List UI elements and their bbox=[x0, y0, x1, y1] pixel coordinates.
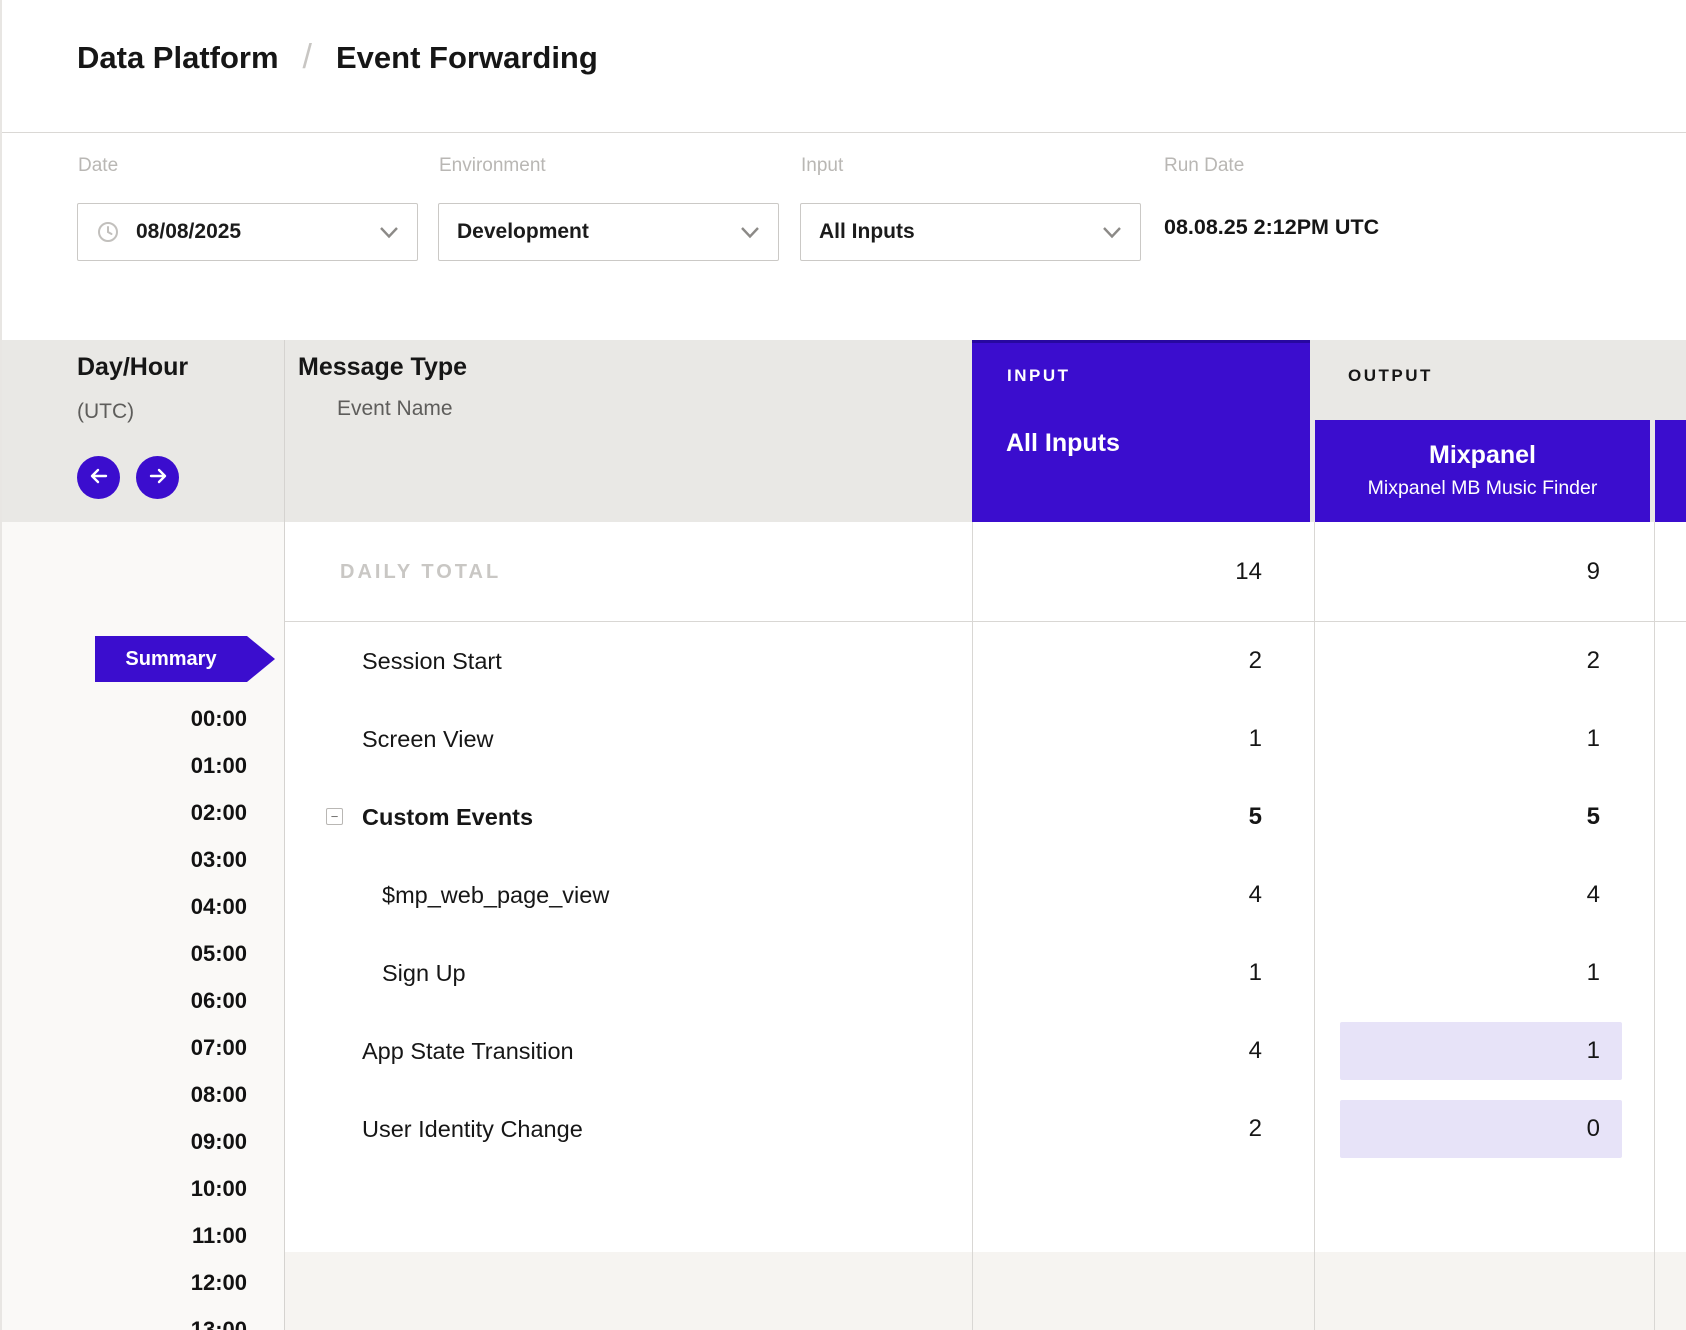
table-footer-band bbox=[285, 1252, 1686, 1330]
output-column-name: Mixpanel bbox=[1315, 441, 1650, 470]
hour-label: 01:00 bbox=[191, 753, 247, 779]
highlighted-cell-background bbox=[1340, 1022, 1622, 1080]
hour-label: 09:00 bbox=[191, 1129, 247, 1155]
filter-bar: Date 08/08/2025 Environment Development bbox=[0, 133, 1686, 340]
output-value-cell: 1 bbox=[1314, 1012, 1654, 1090]
date-filter-label: Date bbox=[78, 155, 118, 177]
input-value-cell: 4 bbox=[285, 856, 1314, 934]
table-row: Sign Up11 bbox=[285, 934, 1686, 1012]
output-value-cell: 1 bbox=[1314, 700, 1654, 778]
hour-label: 03:00 bbox=[191, 847, 247, 873]
output-value-cell: 1 bbox=[1314, 934, 1654, 1012]
output-value-cell: 2 bbox=[1314, 622, 1654, 700]
output-value-cell: 5 bbox=[1314, 778, 1654, 856]
arrow-left-icon bbox=[87, 464, 111, 491]
input-value-cell: 1 bbox=[285, 700, 1314, 778]
event-rows: Session Start22Screen View11−Custom Even… bbox=[285, 622, 1686, 1168]
hour-label: 07:00 bbox=[191, 1035, 247, 1061]
table-row: User Identity Change20 bbox=[285, 1090, 1686, 1168]
date-filter-select[interactable]: 08/08/2025 bbox=[77, 203, 418, 261]
output-column-header-mixpanel[interactable]: Mixpanel Mixpanel MB Music Finder bbox=[1315, 420, 1650, 522]
input-column-header[interactable]: INPUT All Inputs bbox=[972, 336, 1310, 522]
arrow-right-icon bbox=[146, 464, 170, 491]
date-filter-value: 08/08/2025 bbox=[136, 220, 241, 244]
day-hour-rail: Summary 00:00 01:00 02:00 03:00 04:00 05:00 06… bbox=[0, 522, 284, 1330]
output-value-cell: 0 bbox=[1314, 1090, 1654, 1168]
breadcrumb: Data Platform / Event Forwarding bbox=[77, 38, 598, 77]
table-row: Session Start22 bbox=[285, 622, 1686, 700]
output-column-subtitle: Mixpanel MB Music Finder bbox=[1315, 477, 1650, 500]
breadcrumb-section-link[interactable]: Data Platform bbox=[77, 40, 279, 76]
table-row: $mp_web_page_view44 bbox=[285, 856, 1686, 934]
run-date-value: 08.08.25 2:12PM UTC bbox=[1164, 215, 1379, 240]
table-row: App State Transition41 bbox=[285, 1012, 1686, 1090]
environment-filter-label: Environment bbox=[439, 155, 546, 177]
column-divider bbox=[1654, 522, 1655, 1330]
summary-tab[interactable]: Summary bbox=[95, 636, 247, 682]
rail-divider bbox=[284, 340, 285, 1330]
input-column-name: All Inputs bbox=[1006, 429, 1120, 458]
column-divider bbox=[972, 522, 973, 1330]
hour-label: 06:00 bbox=[191, 988, 247, 1014]
highlighted-cell-background bbox=[1340, 1100, 1622, 1158]
chevron-down-icon bbox=[1102, 226, 1122, 239]
day-navigation bbox=[77, 456, 179, 499]
hour-label: 11:00 bbox=[192, 1223, 247, 1249]
input-value-cell: 2 bbox=[285, 622, 1314, 700]
hour-label: 04:00 bbox=[191, 894, 247, 920]
input-filter-select[interactable]: All Inputs bbox=[800, 203, 1141, 261]
message-type-column-title: Message Type bbox=[298, 353, 467, 382]
hour-label: 02:00 bbox=[191, 800, 247, 826]
hour-label: 13:00 bbox=[191, 1317, 247, 1330]
next-day-button[interactable] bbox=[136, 456, 179, 499]
input-filter-label: Input bbox=[801, 155, 843, 177]
input-value-cell: 5 bbox=[285, 778, 1314, 856]
table-row: −Custom Events55 bbox=[285, 778, 1686, 856]
hour-label: 08:00 bbox=[191, 1082, 247, 1108]
daily-total-input-value: 14 bbox=[285, 522, 1314, 621]
input-value-cell: 2 bbox=[285, 1090, 1314, 1168]
chevron-down-icon bbox=[379, 226, 399, 239]
output-value-cell: 4 bbox=[1314, 856, 1654, 934]
input-group-label: INPUT bbox=[1007, 366, 1071, 386]
clock-icon bbox=[96, 220, 120, 244]
daily-total-row: DAILY TOTAL 14 9 bbox=[285, 522, 1686, 622]
page-title: Event Forwarding bbox=[336, 40, 598, 76]
environment-filter-select[interactable]: Development bbox=[438, 203, 779, 261]
environment-filter-value: Development bbox=[457, 220, 589, 244]
previous-day-button[interactable] bbox=[77, 456, 120, 499]
output-column-header-partial bbox=[1655, 420, 1686, 522]
breadcrumb-separator: / bbox=[303, 38, 312, 77]
column-divider bbox=[1314, 522, 1315, 1330]
top-bar: Data Platform / Event Forwarding bbox=[0, 0, 1686, 133]
day-hour-column-title: Day/Hour bbox=[77, 353, 188, 382]
input-value-cell: 1 bbox=[285, 934, 1314, 1012]
hour-label: 05:00 bbox=[191, 941, 247, 967]
input-value-cell: 4 bbox=[285, 1012, 1314, 1090]
hour-label: 00:00 bbox=[191, 706, 247, 732]
message-type-column-subtitle: Event Name bbox=[337, 397, 453, 421]
hour-label: 10:00 bbox=[191, 1176, 247, 1202]
event-forwarding-page: Data Platform / Event Forwarding Date 08… bbox=[0, 0, 1686, 1330]
day-hour-column-subtitle: (UTC) bbox=[77, 400, 134, 424]
hour-label: 12:00 bbox=[191, 1270, 247, 1296]
input-filter-value: All Inputs bbox=[819, 220, 915, 244]
table-header: Day/Hour (UTC) Message Type Event Name O… bbox=[0, 340, 1686, 522]
table-row: Screen View11 bbox=[285, 700, 1686, 778]
chevron-down-icon bbox=[740, 226, 760, 239]
daily-total-output-value: 9 bbox=[1314, 522, 1654, 621]
output-group-label: OUTPUT bbox=[1348, 366, 1433, 386]
run-date-label: Run Date bbox=[1164, 155, 1244, 177]
